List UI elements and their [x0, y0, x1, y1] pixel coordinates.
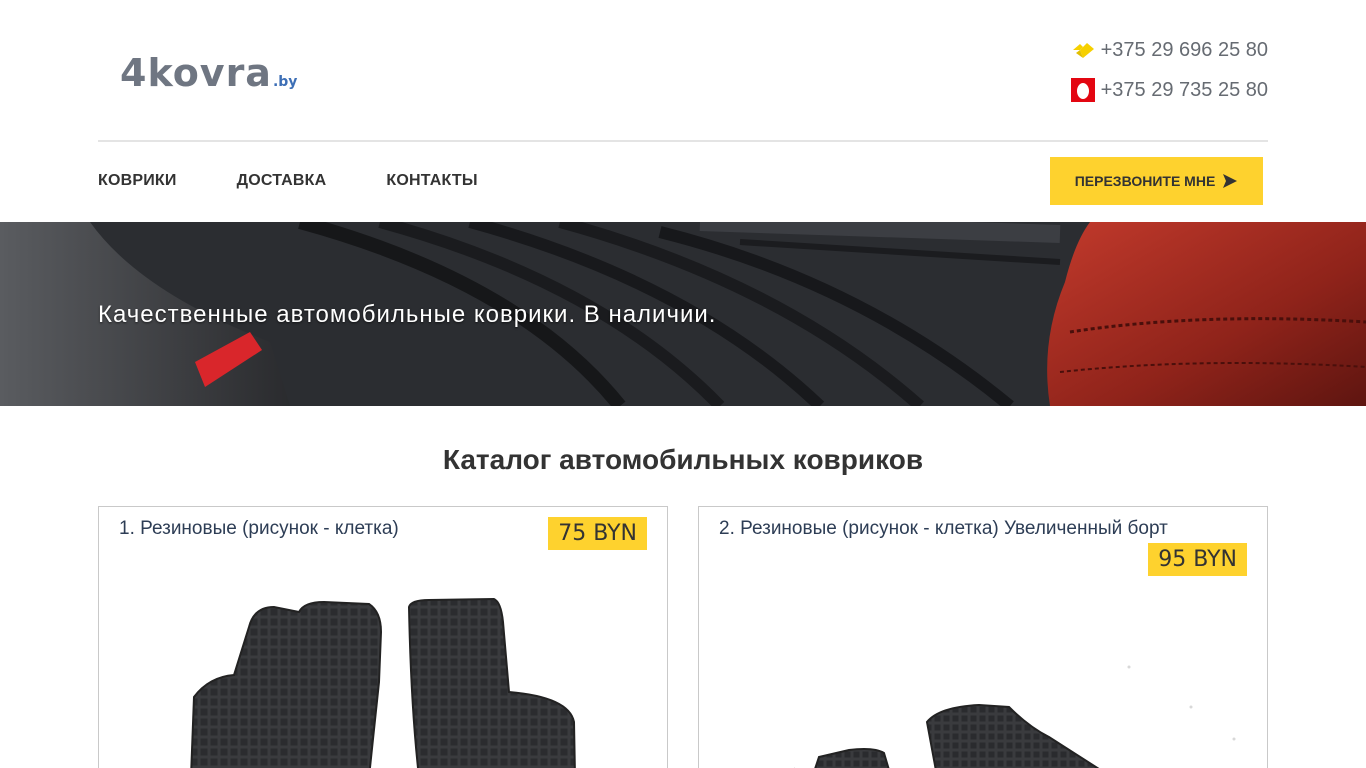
- product-title[interactable]: 1. Резиновые (рисунок - клетка): [119, 518, 399, 540]
- phone-list: +375 29 696 25 80 +375 29 735 25 80: [1068, 36, 1268, 116]
- catalog-title-rest: автомобильных ковриков: [551, 444, 924, 475]
- mts-operator-icon: [1070, 78, 1095, 102]
- catalog-title-bold: Каталог: [442, 444, 552, 475]
- catalog-title: Каталог автомобильных ковриков: [0, 444, 1366, 476]
- logo-text: 4kovra: [120, 51, 272, 95]
- hero-banner: Качественные автомобильные коврики. В на…: [0, 222, 1366, 406]
- page: 4kovra .by +375 29 696 25 80 +375 29 735: [0, 0, 1366, 768]
- nav-item-contacts[interactable]: КОНТАКТЫ: [386, 172, 477, 190]
- product-card[interactable]: 2. Резиновые (рисунок - клетка) Увеличен…: [698, 506, 1268, 768]
- arrow-right-icon: [1223, 174, 1238, 188]
- product-title[interactable]: 2. Резиновые (рисунок - клетка) Увеличен…: [719, 518, 1168, 540]
- phone-life[interactable]: +375 29 696 25 80: [1068, 36, 1268, 64]
- phone-number: +375 29 735 25 80: [1100, 78, 1268, 101]
- logo-domain: .by: [272, 74, 298, 90]
- nav-item-mats[interactable]: КОВРИКИ: [98, 172, 177, 190]
- callback-button[interactable]: ПЕРЕЗВОНИТЕ МНЕ: [1050, 157, 1263, 205]
- phone-number: +375 29 696 25 80: [1100, 38, 1268, 61]
- product-card[interactable]: 1. Резиновые (рисунок - клетка) 75 BYN: [98, 506, 668, 768]
- hero-tagline: Качественные автомобильные коврики. В на…: [98, 301, 717, 328]
- header-divider: [98, 140, 1268, 142]
- nav-item-delivery[interactable]: ДОСТАВКА: [237, 172, 327, 190]
- price-badge: 75 BYN: [548, 517, 647, 550]
- phone-mts[interactable]: +375 29 735 25 80: [1068, 76, 1268, 104]
- life-operator-icon: [1071, 38, 1095, 62]
- callback-label: ПЕРЕЗВОНИТЕ МНЕ: [1074, 173, 1216, 189]
- site-logo[interactable]: 4kovra .by: [120, 48, 297, 92]
- price-badge: 95 BYN: [1148, 543, 1247, 576]
- main-nav: КОВРИКИ ДОСТАВКА КОНТАКТЫ: [98, 172, 538, 190]
